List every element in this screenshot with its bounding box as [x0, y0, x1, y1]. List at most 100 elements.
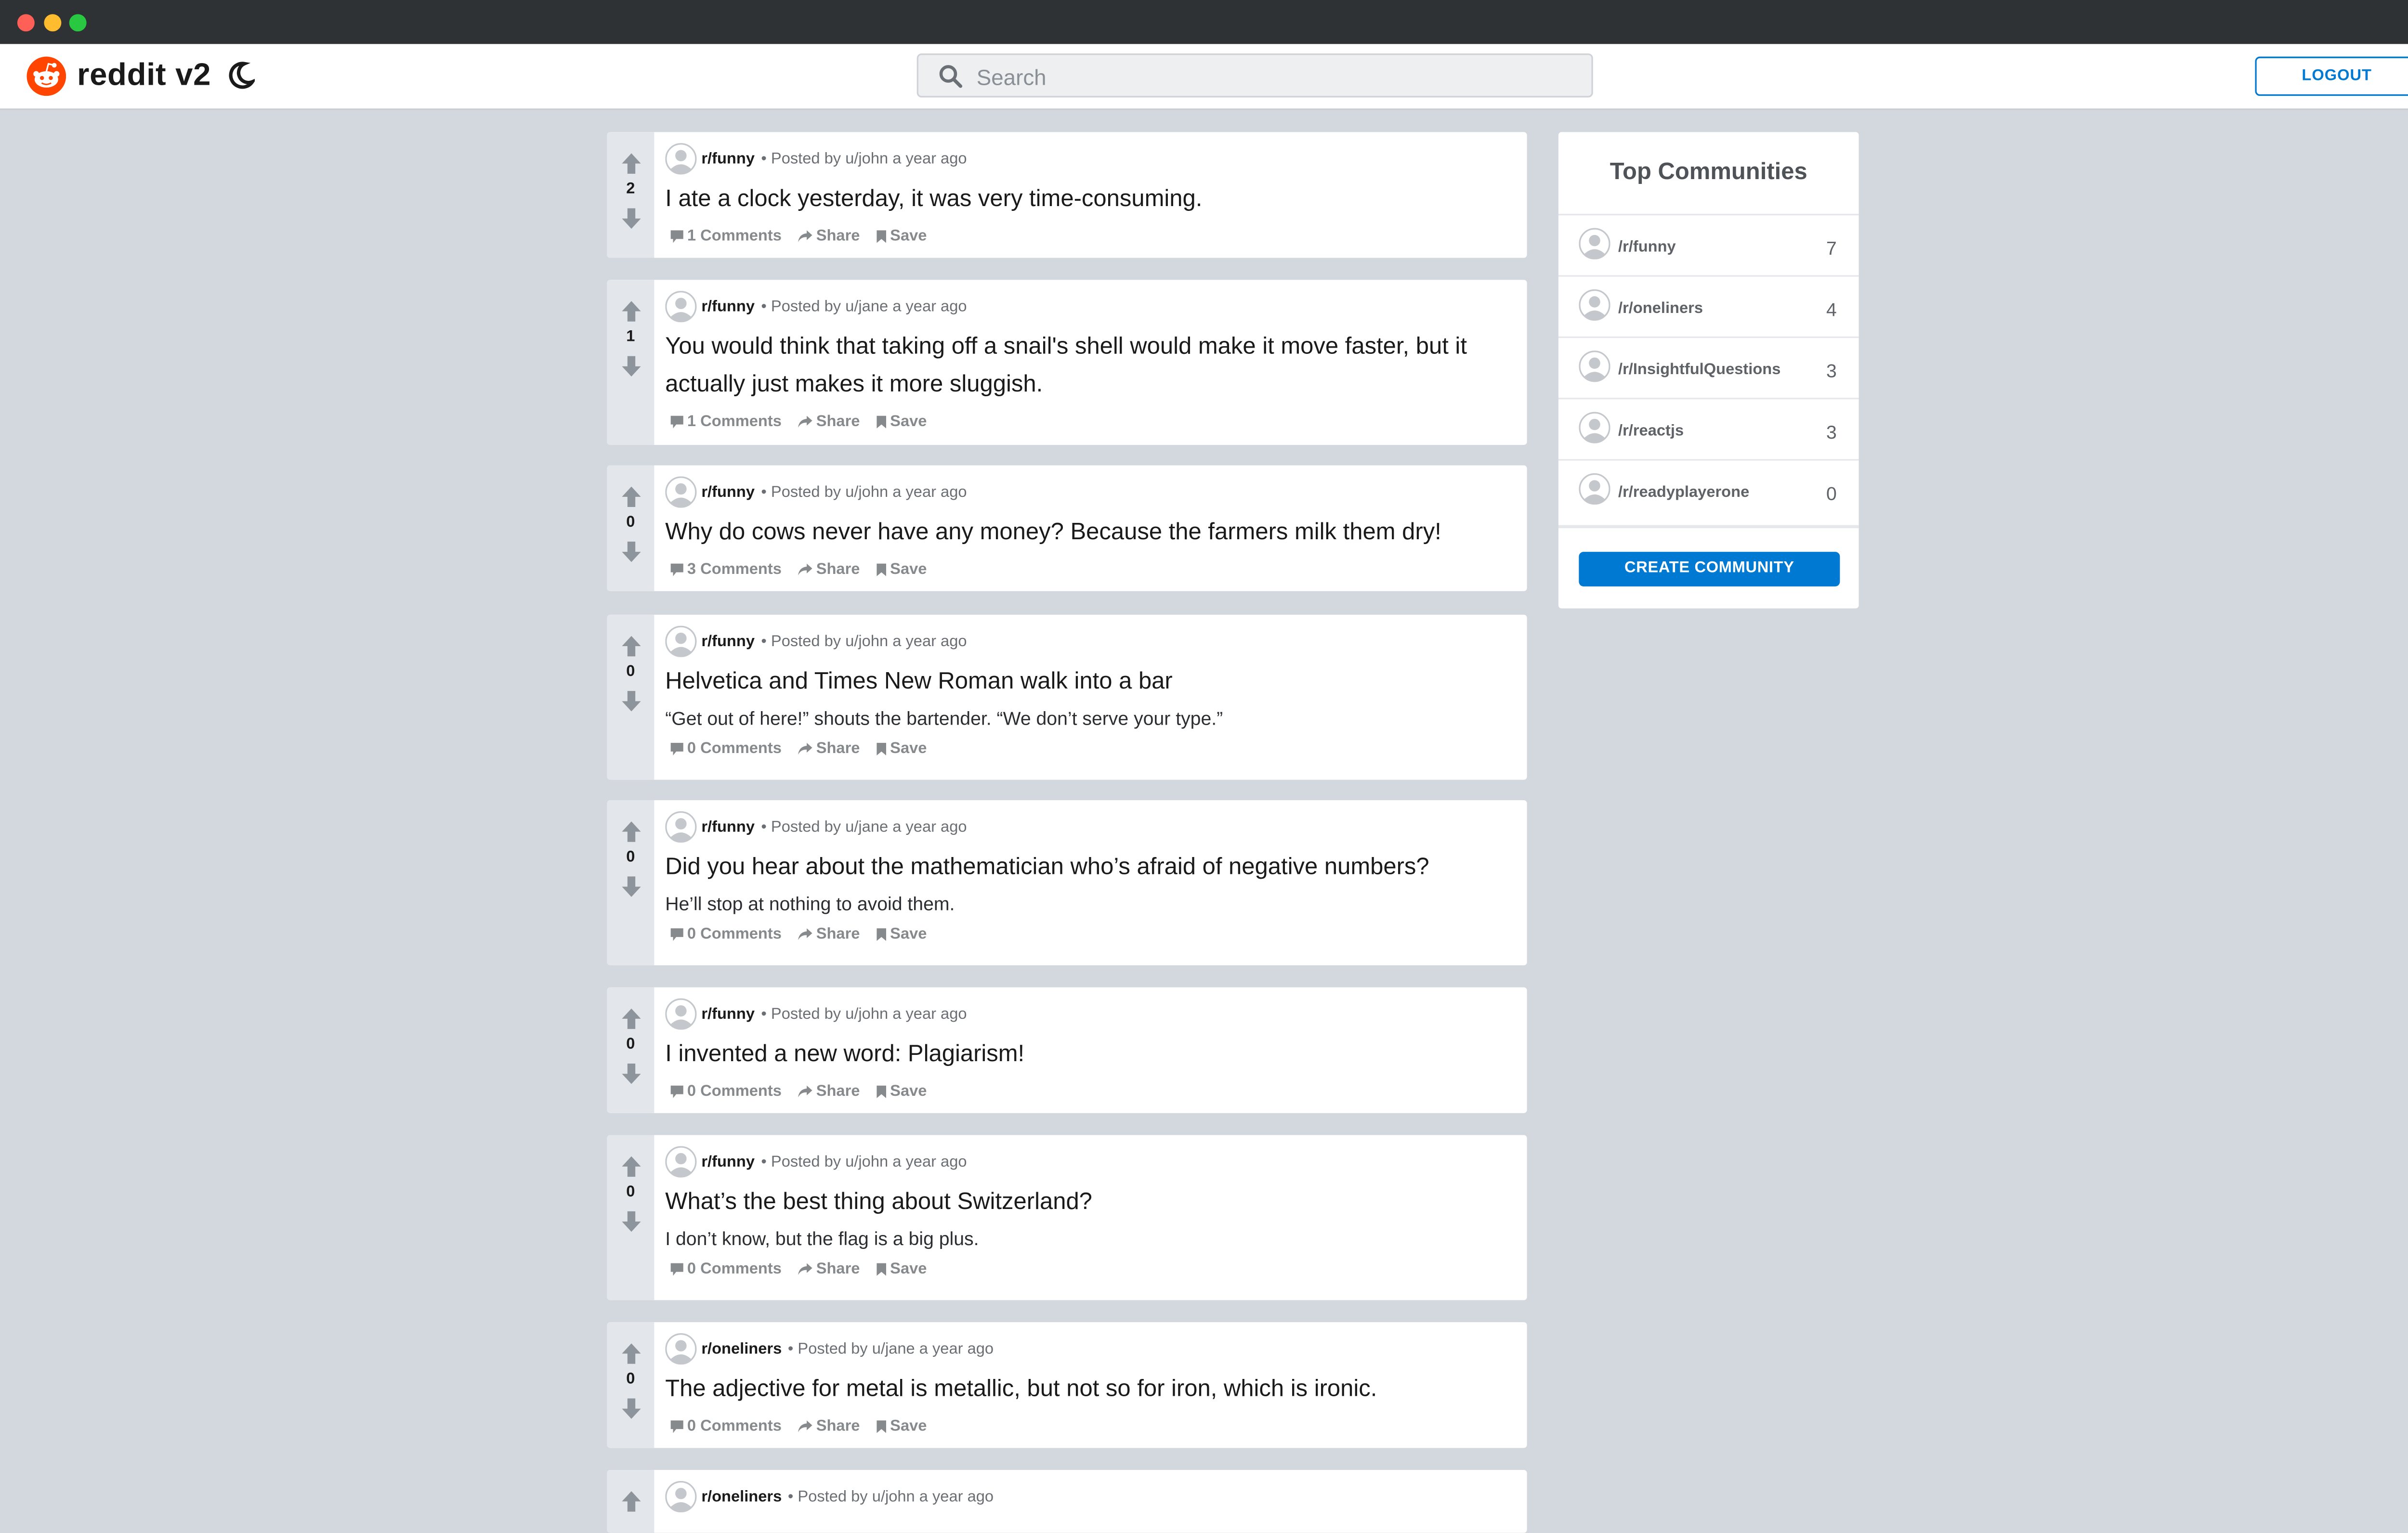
share-label: Share [816, 1418, 860, 1436]
downvote-arrow-icon[interactable] [621, 1398, 641, 1420]
upvote-arrow-icon[interactable] [621, 153, 641, 175]
post-actions: 0 Comments Share Save [665, 923, 1511, 948]
moon-icon[interactable] [226, 61, 255, 90]
app-header: reddit v2 LOGOUT [0, 44, 2408, 110]
downvote-arrow-icon[interactable] [621, 355, 641, 377]
community-row[interactable]: /r/InsightfulQuestions 3 [1558, 338, 1859, 399]
post-community-link[interactable]: r/funny [701, 634, 755, 651]
post-meta: r/funny • Posted by u/john a year ago [665, 143, 1511, 175]
community-row[interactable]: /r/oneliners 4 [1558, 277, 1859, 338]
post-body: “Get out of here!” shouts the bartender.… [665, 707, 1223, 730]
vote-column: 0 [607, 465, 654, 591]
logout-button[interactable]: LOGOUT [2255, 56, 2408, 96]
upvote-arrow-icon[interactable] [621, 1491, 641, 1513]
upvote-arrow-icon[interactable] [621, 1343, 641, 1365]
user-avatar-icon [665, 291, 697, 323]
share-label: Share [816, 228, 860, 246]
user-avatar-icon [665, 476, 697, 508]
vote-column: 0 [607, 987, 654, 1113]
post-community-link[interactable]: r/funny [701, 484, 755, 502]
divider [1558, 525, 1859, 529]
post-card[interactable]: 0 r/oneliners • Posted by u/jane a year ag… [607, 1322, 1527, 1448]
post-title[interactable]: Did you hear about the mathematician who… [665, 849, 1511, 886]
downvote-arrow-icon[interactable] [621, 876, 641, 898]
upvote-arrow-icon[interactable] [621, 820, 641, 843]
post-meta: r/oneliners • Posted by u/john a year ago [665, 1481, 1511, 1513]
post-title[interactable]: I ate a clock yesterday, it was very tim… [665, 181, 1511, 219]
vote-column: 0 [607, 1135, 654, 1300]
user-avatar-icon [665, 625, 697, 657]
downvote-arrow-icon[interactable] [621, 690, 641, 712]
post-community-link[interactable]: r/funny [701, 819, 755, 836]
post-author-info: • Posted by u/john a year ago [761, 1006, 967, 1024]
post-card[interactable]: 0 r/funny • Posted by u/john a year ago Hel… [607, 614, 1527, 780]
post-card[interactable]: r/oneliners • Posted by u/john a year ago [607, 1470, 1527, 1533]
upvote-arrow-icon[interactable] [621, 300, 641, 323]
post-community-link[interactable]: r/funny [701, 1154, 755, 1171]
post-card[interactable]: 1 r/funny • Posted by u/jane a year ago You… [607, 280, 1527, 445]
reddit-logo-icon[interactable] [26, 56, 66, 96]
post-title[interactable]: What’s the best thing about Switzerland? [665, 1184, 1511, 1221]
minimize-window-button[interactable] [44, 14, 62, 32]
post-content: r/funny • Posted by u/john a year ago What… [665, 1146, 1511, 1283]
window-titlebar [0, 0, 2408, 44]
upvote-arrow-icon[interactable] [621, 635, 641, 657]
comments-count: 0 Comments [687, 1083, 782, 1101]
post-title[interactable]: The adjective for metal is metallic, but… [665, 1371, 1511, 1408]
community-avatar-icon [1579, 228, 1610, 260]
downvote-arrow-icon[interactable] [621, 208, 641, 230]
post-meta: r/oneliners • Posted by u/jane a year ago [665, 1333, 1511, 1365]
post-community-link[interactable]: r/oneliners [701, 1341, 782, 1358]
community-avatar-icon [1579, 473, 1610, 505]
save-label: Save [890, 413, 927, 431]
post-actions: 0 Comments Share Save [665, 1258, 1511, 1283]
post-title[interactable]: I invented a new word: Plagiarism! [665, 1036, 1511, 1074]
comments-count: 1 Comments [687, 228, 782, 246]
post-card[interactable]: 0 r/funny • Posted by u/jane a year ago Did… [607, 800, 1527, 965]
post-title[interactable]: Helvetica and Times New Roman walk into … [665, 663, 1511, 701]
community-row[interactable]: /r/funny 7 [1558, 215, 1859, 276]
post-body: He’ll stop at nothing to avoid them. [665, 893, 955, 915]
post-score: 2 [626, 181, 635, 198]
post-card[interactable]: 0 r/funny • Posted by u/john a year ago Why… [607, 465, 1527, 591]
downvote-arrow-icon[interactable] [621, 1210, 641, 1233]
post-card[interactable]: 2 r/funny • Posted by u/john a year ago I a… [607, 132, 1527, 258]
search-bar[interactable] [916, 53, 1593, 98]
maximize-window-button[interactable] [69, 14, 87, 32]
save-label: Save [890, 740, 927, 758]
comments-count: 0 Comments [687, 1418, 782, 1436]
post-community-link[interactable]: r/funny [701, 151, 755, 168]
post-title[interactable]: You would think that taking off a snail'… [665, 328, 1511, 404]
post-card[interactable]: 0 r/funny • Posted by u/john a year ago I i… [607, 987, 1527, 1113]
upvote-arrow-icon[interactable] [621, 486, 641, 508]
post-author-info: • Posted by u/john a year ago [761, 484, 967, 502]
post-title[interactable]: Why do cows never have any money? Becaus… [665, 514, 1511, 552]
downvote-arrow-icon[interactable] [621, 541, 641, 563]
close-window-button[interactable] [17, 14, 35, 32]
upvote-arrow-icon[interactable] [621, 1156, 641, 1178]
community-count: 0 [1826, 482, 1837, 505]
post-content: r/oneliners • Posted by u/john a year ago [665, 1481, 1511, 1513]
post-content: r/funny • Posted by u/john a year ago Why … [665, 476, 1511, 583]
post-actions: 0 Comments Share Save [665, 1415, 1511, 1440]
vote-column: 0 [607, 614, 654, 780]
post-card[interactable]: 0 r/funny • Posted by u/john a year ago Wha… [607, 1135, 1527, 1300]
post-community-link[interactable]: r/oneliners [701, 1489, 782, 1506]
post-meta: r/funny • Posted by u/john a year ago [665, 998, 1511, 1030]
upvote-arrow-icon[interactable] [621, 1008, 641, 1030]
post-community-link[interactable]: r/funny [701, 1006, 755, 1024]
community-row[interactable]: /r/readyplayerone 0 [1558, 461, 1859, 522]
search-input[interactable] [973, 60, 1578, 94]
post-score: 0 [626, 663, 635, 681]
community-avatar-icon [1579, 351, 1610, 382]
create-community-button[interactable]: CREATE COMMUNITY [1579, 552, 1840, 586]
comments-count: 0 Comments [687, 926, 782, 944]
post-author-info: • Posted by u/john a year ago [761, 1154, 967, 1171]
post-community-link[interactable]: r/funny [701, 299, 755, 316]
community-row[interactable]: /r/reactjs 3 [1558, 399, 1859, 460]
downvote-arrow-icon[interactable] [621, 1063, 641, 1085]
comments-count: 3 Comments [687, 561, 782, 579]
save-label: Save [890, 1418, 927, 1436]
share-label: Share [816, 1083, 860, 1101]
post-meta: r/funny • Posted by u/jane a year ago [665, 811, 1511, 843]
